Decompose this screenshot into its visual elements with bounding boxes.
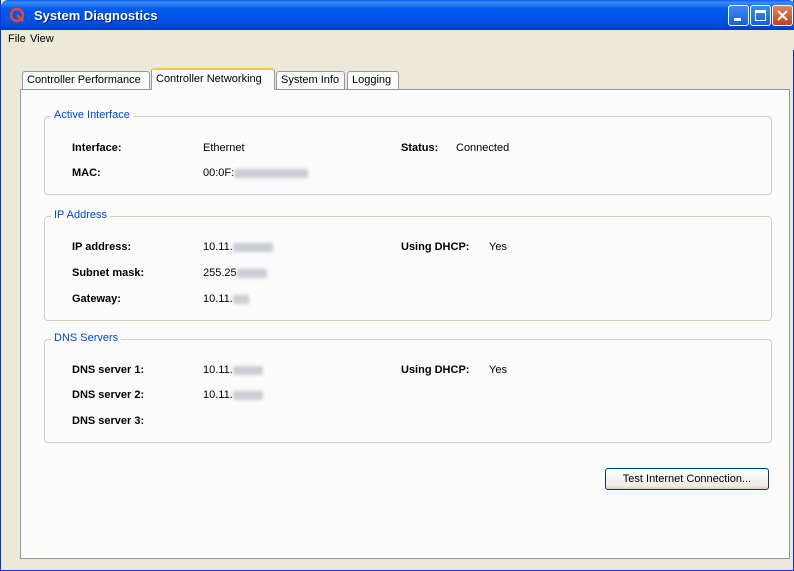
active-interface-group: Active Interface Interface: Ethernet Sta…	[44, 109, 772, 195]
gateway-value-text: 10.11.	[203, 293, 233, 305]
ip-dhcp-label: Using DHCP:	[401, 241, 470, 253]
dns-server-1-value-text: 10.11.	[203, 364, 233, 376]
ip-address-group: IP Address IP address: 10.11. Using DHCP…	[44, 209, 772, 321]
maximize-button[interactable]	[750, 5, 771, 26]
group-title: DNS Servers	[51, 332, 122, 344]
application-window: System Diagnostics File View Controller …	[0, 0, 794, 571]
dns-server-2-label: DNS server 2:	[72, 389, 145, 401]
redacted-mask	[234, 168, 309, 178]
redacted-mask	[232, 294, 249, 304]
group-title: Active Interface	[51, 109, 133, 121]
status-label: Status:	[401, 142, 439, 154]
ip-address-value-text: 10.11.	[203, 241, 233, 253]
dns-server-1-label: DNS server 1:	[72, 364, 145, 376]
gateway-label: Gateway:	[72, 293, 121, 305]
maximize-icon	[755, 10, 766, 21]
subnet-mask-value-text: 255.25	[203, 267, 237, 279]
interface-value: Ethernet	[203, 142, 245, 154]
app-icon	[9, 7, 25, 23]
close-button[interactable]	[772, 5, 793, 26]
dns-server-1-value: 10.11.	[203, 364, 263, 376]
menu-bar: File View	[2, 30, 794, 50]
ip-address-value: 10.11.	[203, 241, 273, 253]
interface-label: Interface:	[72, 142, 122, 154]
dns-servers-group: DNS Servers DNS server 1: 10.11. Using D…	[44, 332, 772, 443]
subnet-mask-value: 255.25	[203, 267, 267, 279]
window-title: System Diagnostics	[34, 8, 158, 23]
tab-controller-networking[interactable]: Controller Networking	[151, 68, 275, 90]
test-internet-connection-button[interactable]: Test Internet Connection...	[605, 468, 769, 490]
mac-label: MAC:	[72, 167, 101, 179]
menu-file[interactable]: File	[8, 33, 26, 45]
dns-dhcp-value: Yes	[489, 364, 507, 376]
tab-controller-performance[interactable]: Controller Performance	[22, 71, 150, 89]
title-bar[interactable]: System Diagnostics	[1, 0, 794, 30]
ip-address-label: IP address:	[72, 241, 132, 253]
status-value: Connected	[456, 142, 510, 154]
redacted-mask	[232, 242, 273, 252]
gateway-value: 10.11.	[203, 293, 249, 305]
redacted-mask	[232, 365, 263, 375]
mac-value: 00:0F:	[203, 167, 309, 179]
dns-dhcp-label: Using DHCP:	[401, 364, 470, 376]
mac-value-text: 00:0F:	[203, 167, 235, 179]
tab-strip: Controller Performance Controller Networ…	[1, 50, 794, 90]
dns-server-3-label: DNS server 3:	[72, 415, 145, 427]
dns-server-2-value-text: 10.11.	[203, 389, 233, 401]
tab-logging[interactable]: Logging	[347, 71, 399, 89]
close-icon	[777, 10, 788, 21]
subnet-mask-label: Subnet mask:	[72, 267, 145, 279]
group-title: IP Address	[51, 209, 110, 221]
tab-system-info[interactable]: System Info	[276, 71, 345, 89]
menu-view[interactable]: View	[30, 33, 54, 45]
minimize-icon	[734, 18, 741, 21]
minimize-button[interactable]	[728, 5, 749, 26]
ip-dhcp-value: Yes	[489, 241, 507, 253]
redacted-mask	[236, 268, 267, 278]
dns-server-2-value: 10.11.	[203, 389, 263, 401]
redacted-mask	[232, 390, 263, 400]
